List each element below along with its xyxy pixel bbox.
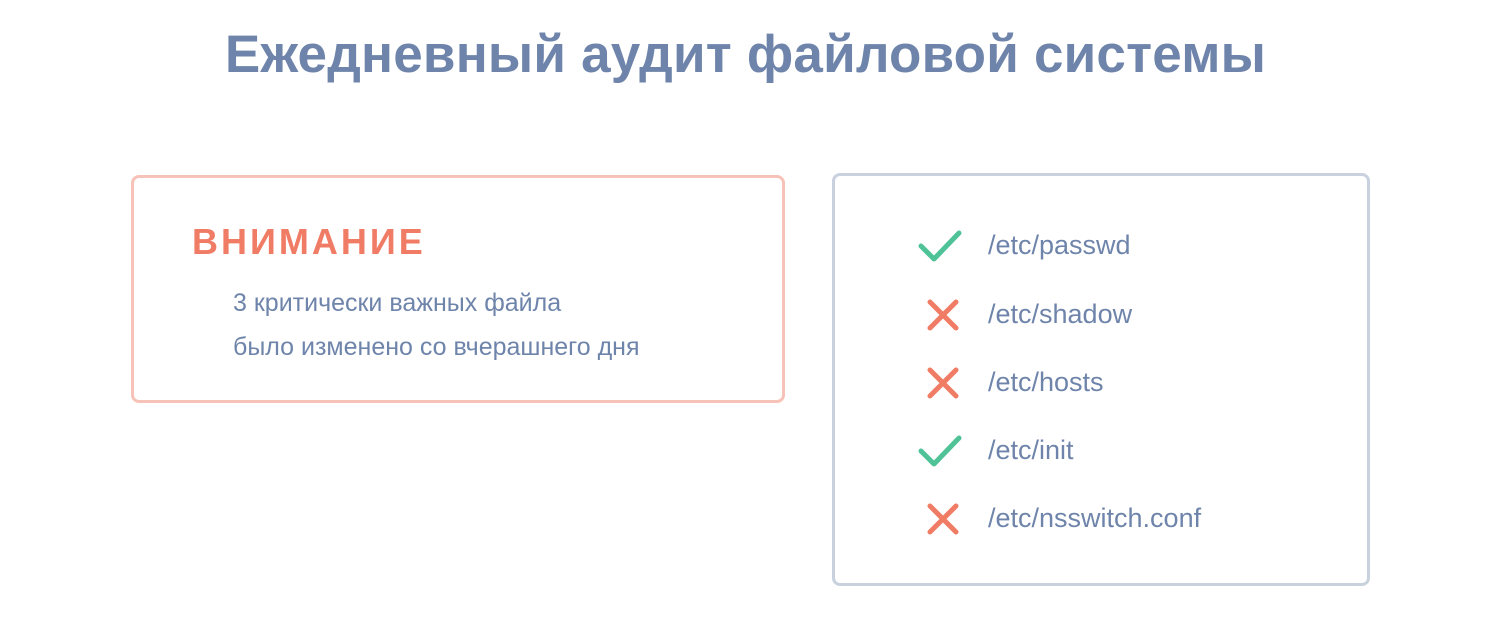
file-row-init: /etc/init [915,429,1335,473]
file-row-hosts: /etc/hosts [915,361,1335,405]
warning-message-line-1: 3 критически важных файла [233,289,562,317]
file-row-passwd: /etc/passwd [915,224,1335,268]
warning-heading: ВНИМАНИЕ [192,221,426,262]
warning-card: ВНИМАНИЕ 3 критически важных файла было … [131,175,785,403]
file-row-shadow: /etc/shadow [915,293,1335,337]
cross-icon [927,367,959,399]
file-name: /etc/nsswitch.conf [988,503,1202,533]
check-icon [918,435,962,467]
file-row-nsswitch: /etc/nsswitch.conf [915,497,1335,541]
file-name: /etc/shadow [988,299,1133,329]
file-name: /etc/hosts [988,367,1104,397]
check-icon [918,230,962,262]
page-title: Ежедневный аудит файловой системы [224,25,1267,84]
cross-icon [927,503,959,535]
file-status-list: /etc/passwd /etc/shadow /etc/hosts /etc/… [832,173,1370,586]
file-name: /etc/passwd [988,230,1131,260]
cross-icon [927,299,959,331]
warning-message-line-2: было изменено со вчерашнего дня [233,333,640,361]
file-name: /etc/init [988,435,1074,465]
